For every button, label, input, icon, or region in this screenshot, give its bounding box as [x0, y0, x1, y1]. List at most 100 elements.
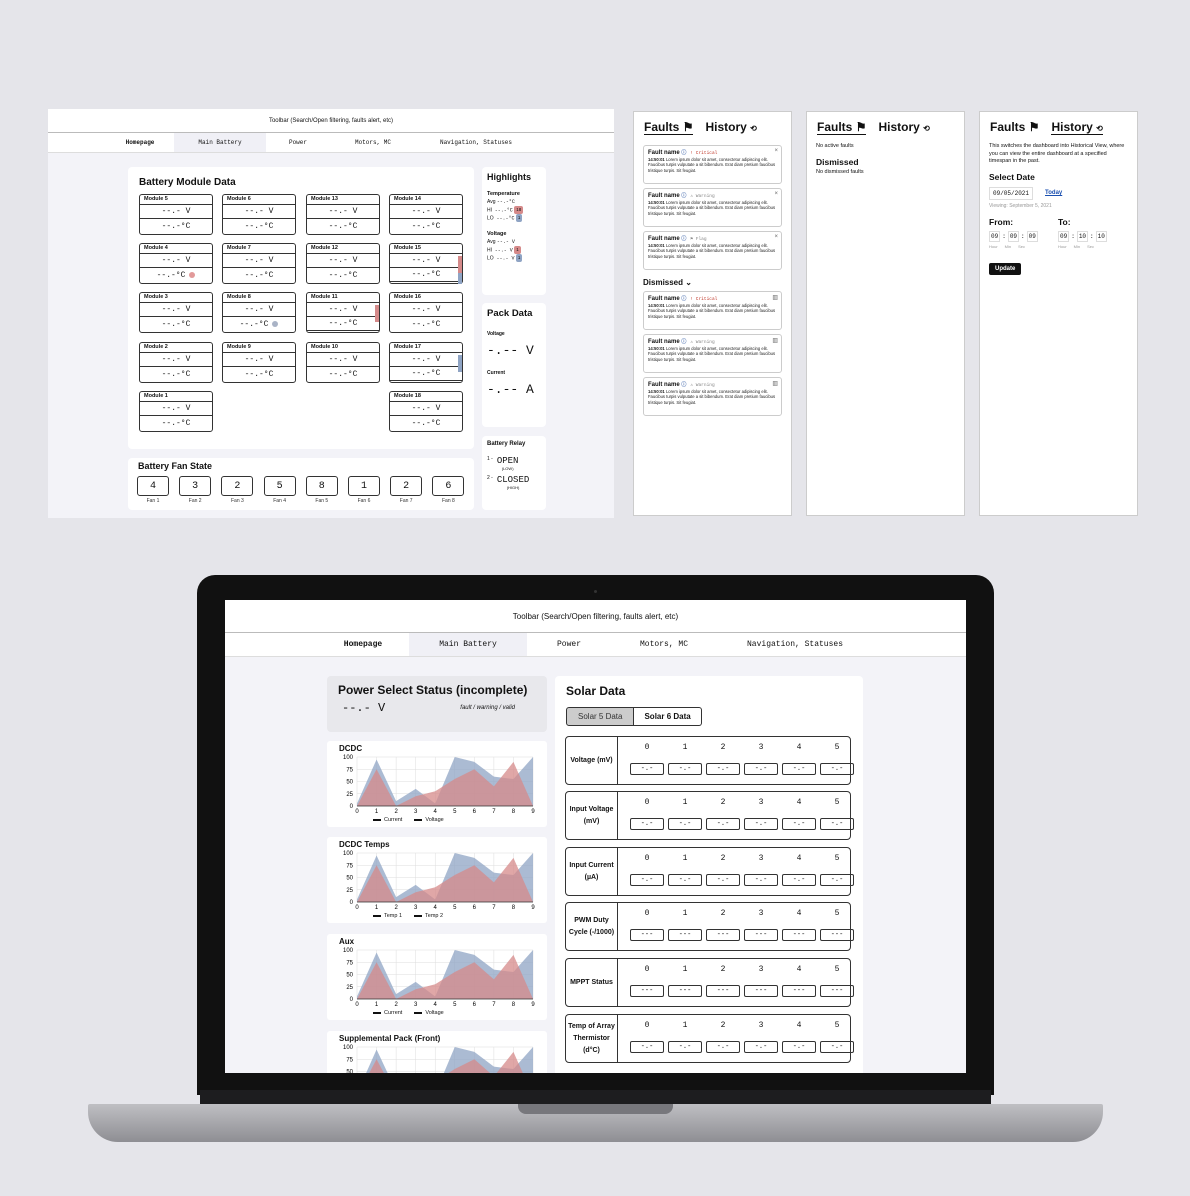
battery-module[interactable]: Module 8 --.- V --.-°C: [222, 292, 296, 333]
tab-homepage[interactable]: Homepage: [106, 133, 174, 152]
from-min-input[interactable]: 09: [1007, 230, 1020, 242]
fault-time: 14:50:01: [648, 346, 665, 351]
tab-main-battery[interactable]: Main Battery: [409, 633, 527, 656]
fault-card[interactable]: Fault name ⓘ! Critical 14:50:01 Lorem ips…: [643, 145, 782, 184]
tab-history[interactable]: History ⟲: [1051, 120, 1103, 135]
tab-faults[interactable]: Faults ⚑: [990, 120, 1039, 135]
fault-card[interactable]: Fault name ⓘ ⚠ Warning 14:50:01 Lorem ipsu…: [643, 188, 782, 227]
sec-label: Sec: [1087, 243, 1095, 249]
tab-history[interactable]: History ⟲: [705, 120, 756, 135]
fan-label: Fan 5: [315, 498, 329, 504]
area-chart: 0 25 50 75 100 0 1 2 3 4 5 6 7 8 9: [343, 755, 535, 815]
battery-module[interactable]: Module 1 --.- V --.-°C: [139, 391, 213, 432]
x-tick-label: 3: [414, 1002, 418, 1008]
module-voltage: --.- V: [411, 355, 441, 364]
update-button[interactable]: Update: [989, 262, 1022, 275]
battery-module[interactable]: Module 18 --.- V --.-°C: [389, 391, 463, 432]
solar-row: PWM Duty Cycle (-/1000) 0 --- 1 --- 2 --- 3 --- 4…: [565, 902, 854, 951]
toolbar[interactable]: Toolbar (Search/Open filtering, faults a…: [48, 109, 614, 133]
fault-time: 14:50:01: [648, 157, 665, 162]
min-label: Min: [1004, 243, 1012, 249]
section-title: Pack Data: [487, 308, 533, 319]
tab-power[interactable]: Power: [266, 133, 330, 152]
info-icon: ⓘ: [681, 296, 687, 302]
solar-value-cell: -.-: [630, 1041, 664, 1053]
legend-item: Current: [373, 817, 402, 823]
module-temp: --.-°C: [411, 418, 441, 428]
battery-module[interactable]: Module 16 --.- V --.-°C: [389, 292, 463, 333]
module-name: Module 8: [223, 293, 295, 303]
from-sec-input[interactable]: 09: [1026, 230, 1038, 242]
trash-icon[interactable]: ▥: [772, 337, 778, 344]
fault-card[interactable]: Fault name ⓘ ⚠ Warning 14:50:01 Lorem ipsu…: [643, 334, 782, 373]
fault-card[interactable]: Fault name ⓘ ⚠ Warning 14:50:01 Lorem ipsu…: [643, 377, 782, 416]
tab-motors[interactable]: Motors, MC: [330, 133, 416, 152]
tab-main-battery[interactable]: Main Battery: [174, 133, 266, 152]
tab-faults[interactable]: Faults ⚑: [644, 120, 694, 135]
today-link[interactable]: Today: [1045, 190, 1062, 196]
battery-module[interactable]: Module 11 --.- V --.-°C: [306, 292, 380, 333]
battery-module[interactable]: Module 5 --.- V --.-°C: [139, 194, 213, 235]
module-name: Module 5: [140, 195, 212, 205]
tab-solar-6[interactable]: Solar 6 Data: [634, 707, 702, 726]
tab-solar-5[interactable]: Solar 5 Data: [566, 707, 635, 726]
y-tick-label: 25: [346, 888, 353, 894]
tab-navigation[interactable]: Navigation, Statuses: [717, 633, 873, 656]
y-tick-label: 75: [346, 863, 353, 869]
solar-data: Solar Data Solar 5 Data Solar 6 Data Vol…: [555, 676, 863, 1073]
to-min-input[interactable]: 10: [1076, 230, 1089, 242]
module-name: Module 1: [140, 392, 212, 402]
close-icon[interactable]: ×: [774, 234, 778, 240]
to-sec-input[interactable]: 10: [1095, 230, 1107, 242]
battery-module[interactable]: Module 6 --.- V --.-°C: [222, 194, 296, 235]
module-temp: --.-°C: [239, 319, 269, 329]
tab-history[interactable]: History ⟲: [878, 120, 929, 135]
date-input[interactable]: 09/05/2021: [989, 186, 1034, 200]
fault-card[interactable]: Fault name ⓘ ⚑ Flag 14:50:01 Lorem ipsum d…: [643, 231, 782, 270]
trash-icon[interactable]: ▥: [772, 294, 778, 301]
from-hour-input[interactable]: 09: [989, 230, 1001, 242]
battery-module[interactable]: Module 4 --.- V --.-°C: [139, 243, 213, 284]
module-name: Module 14: [390, 195, 462, 205]
battery-module[interactable]: Module 14 --.- V --.-°C: [389, 194, 463, 235]
solar-value-cell: ---: [706, 985, 740, 997]
info-icon: ⓘ: [681, 150, 687, 156]
x-tick-label: 5: [453, 809, 457, 815]
close-icon[interactable]: ×: [774, 191, 778, 197]
trash-icon[interactable]: ▥: [772, 380, 778, 387]
tab-motors[interactable]: Motors, MC: [611, 633, 717, 656]
fault-card[interactable]: Fault name ⓘ! Critical 14:50:01 Lorem ips…: [643, 291, 782, 330]
battery-module[interactable]: Module 3 --.- V --.-°C: [139, 292, 213, 333]
tab-homepage[interactable]: Homepage: [317, 633, 409, 656]
viewing-date: Viewing: September 5, 2021: [989, 202, 1052, 209]
battery-module[interactable]: Module 12 --.- V --.-°C: [306, 243, 380, 284]
battery-module[interactable]: Module 2 --.- V --.-°C: [139, 342, 213, 383]
module-temp: --.-°C: [161, 418, 191, 428]
toolbar[interactable]: Toolbar (Search/Open filtering, faults a…: [225, 600, 966, 633]
y-tick-label: 50: [346, 876, 353, 882]
info-icon: ⓘ: [681, 236, 687, 242]
tab-faults[interactable]: Faults ⚑: [817, 120, 867, 135]
pack-current-label: Current: [487, 370, 506, 376]
dismissed-toggle[interactable]: Dismissed ⌄: [643, 278, 782, 287]
battery-module[interactable]: Module 7 --.- V --.-°C: [222, 243, 296, 284]
module-voltage: --.- V: [328, 305, 358, 314]
close-icon[interactable]: ×: [774, 148, 778, 154]
module-voltage: --.- V: [161, 404, 191, 413]
tab-navigation[interactable]: Navigation, Statuses: [416, 133, 536, 152]
tab-power[interactable]: Power: [527, 633, 611, 656]
battery-module[interactable]: Module 10 --.- V --.-°C: [306, 342, 380, 383]
fault-level: ⚠ Warning: [690, 340, 715, 345]
battery-module[interactable]: Module 13 --.- V --.-°C: [306, 194, 380, 235]
solar-col-header: 2: [720, 798, 726, 807]
solar-row: Input Current (µA) 0 -.- 1 -.- 2 -.- 3 -.- 4 -.- 5 -…: [565, 847, 854, 896]
solar-value-cell: ---: [744, 985, 778, 997]
solar-value-cell: ---: [668, 929, 702, 941]
module-temp: --.-°C: [156, 270, 186, 280]
battery-module[interactable]: Module 17 --.- V --.-°C: [389, 342, 463, 383]
to-hour-input[interactable]: 09: [1058, 230, 1070, 242]
battery-module[interactable]: Module 15 --.- V --.-°C: [389, 243, 463, 284]
module-voltage: --.- V: [411, 256, 441, 265]
power-select-status: Power Select Status (incomplete) --.- V …: [327, 676, 547, 732]
battery-module[interactable]: Module 9 --.- V --.-°C: [222, 342, 296, 383]
